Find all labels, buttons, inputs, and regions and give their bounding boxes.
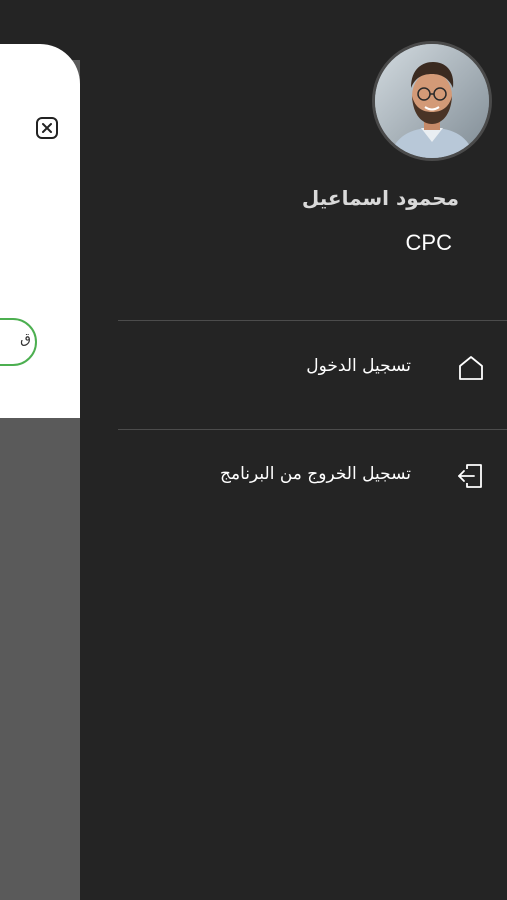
user-name: محمود اسماعيل	[301, 186, 459, 210]
user-role: CPC	[405, 230, 452, 255]
avatar[interactable]	[372, 41, 492, 161]
home-icon	[455, 352, 487, 384]
profile-photo	[375, 44, 489, 158]
divider	[118, 320, 507, 321]
divider	[118, 429, 507, 430]
menu-item-logout[interactable]: تسجيل الخروج من البرنامج	[80, 446, 507, 506]
menu-item-login[interactable]: تسجيل الدخول	[80, 338, 507, 398]
pill-button-label: ق	[20, 331, 31, 347]
navigation-drawer: محمود اسماعيل CPC تسجيل الدخول تسجيل الخ…	[80, 0, 507, 900]
menu-item-label: تسجيل الخروج من البرنامج	[220, 464, 411, 484]
logout-icon	[455, 460, 487, 492]
app-screen: ق محمود اسماعيل CPC تسجيل الدخول تسجيل ا…	[0, 0, 507, 900]
menu-item-label: تسجيل الدخول	[306, 356, 411, 376]
close-icon	[42, 123, 52, 133]
close-button[interactable]	[36, 117, 58, 139]
